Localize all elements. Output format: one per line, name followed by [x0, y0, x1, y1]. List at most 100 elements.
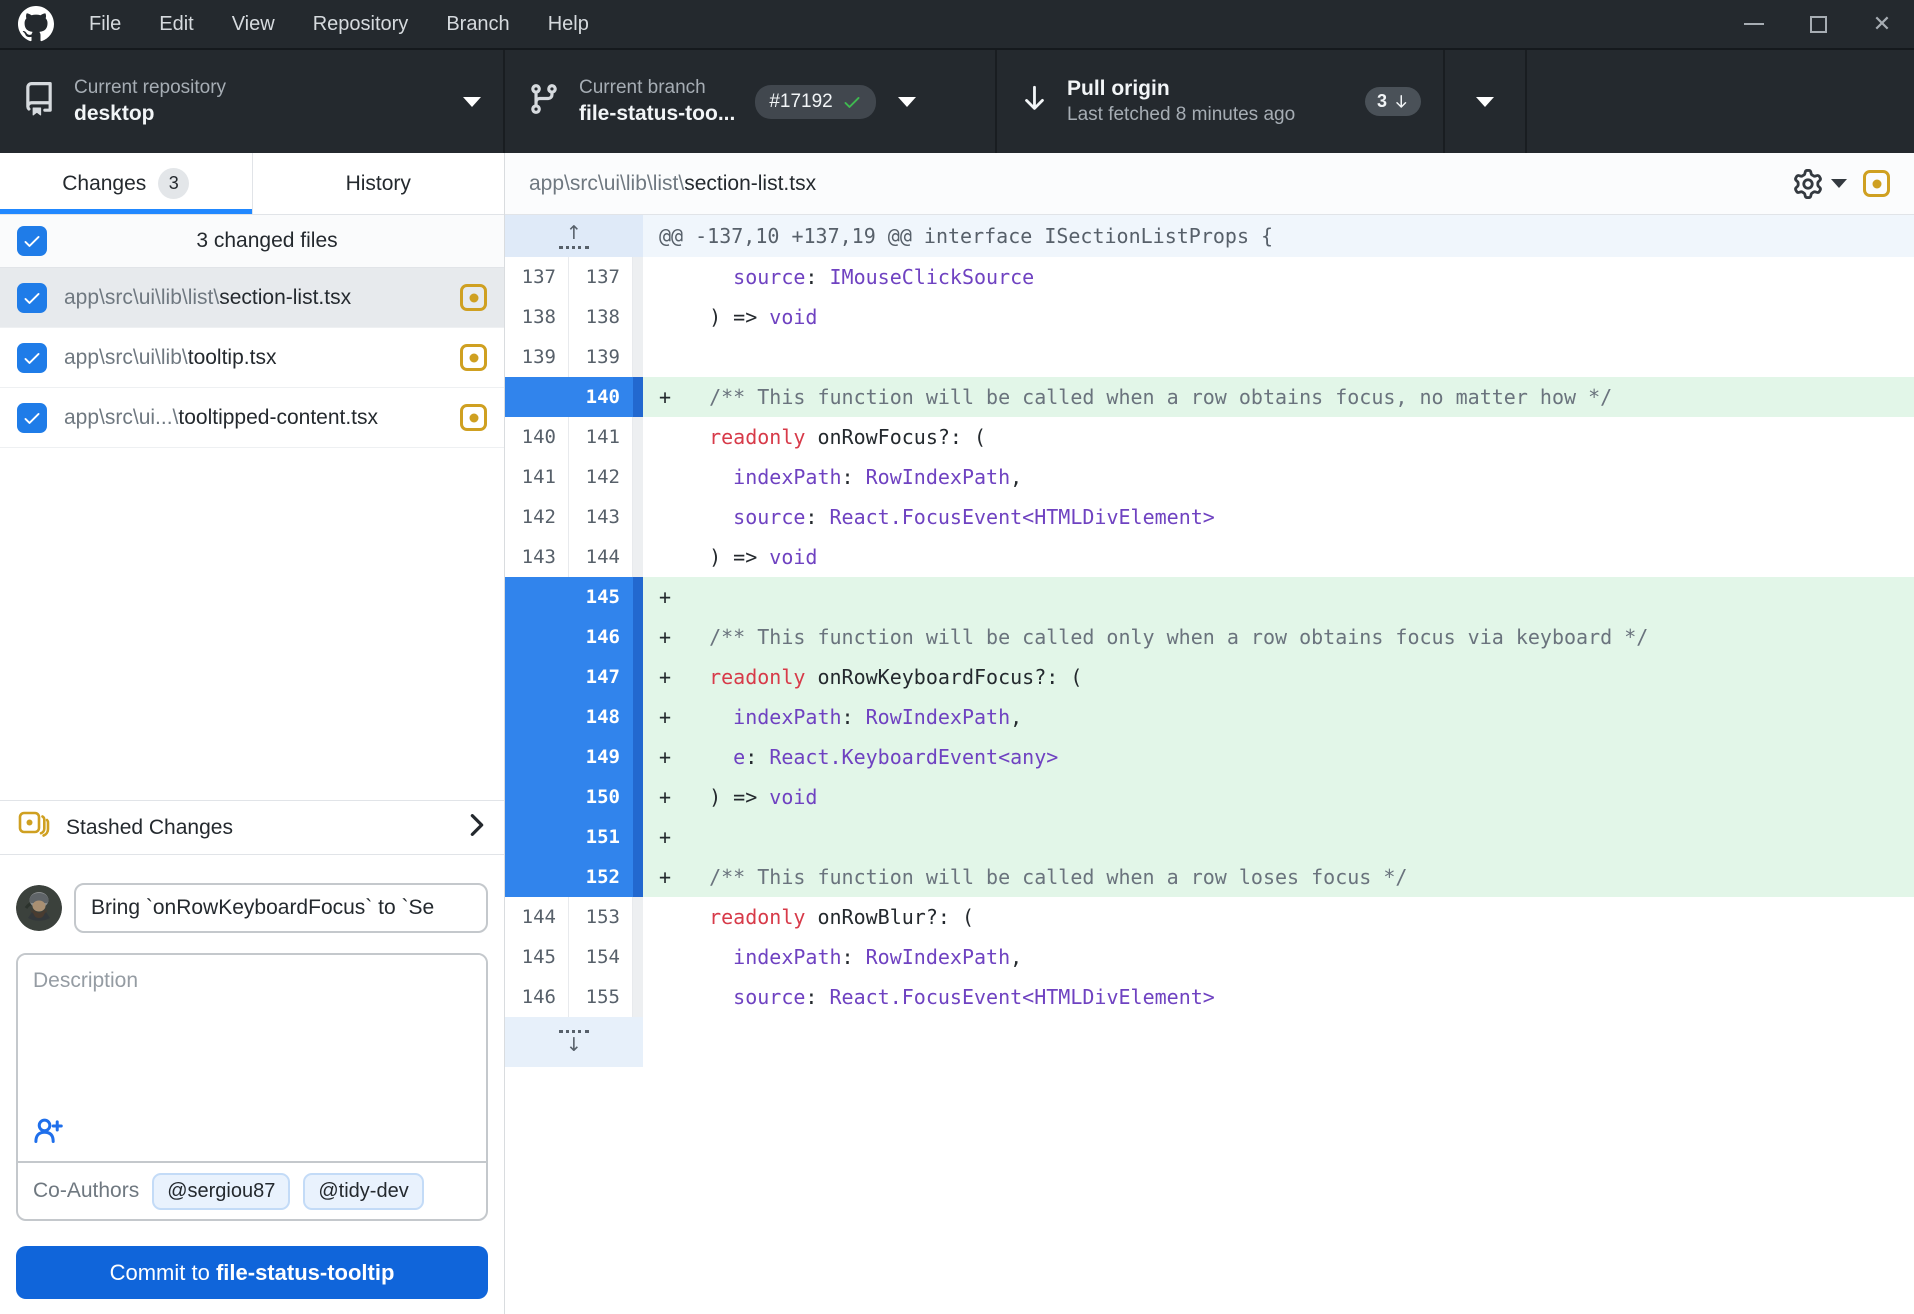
line-number-new: 141 — [569, 417, 633, 457]
menu-item-edit[interactable]: Edit — [140, 0, 212, 48]
diff-row-added[interactable]: 146+ /** This function will be called on… — [505, 617, 1914, 657]
menu-item-view[interactable]: View — [213, 0, 294, 48]
diff-row-added[interactable]: 150+ ) => void — [505, 777, 1914, 817]
diff-row-added[interactable]: 148+ indexPath: RowIndexPath, — [505, 697, 1914, 737]
pull-options-dropdown[interactable] — [1445, 50, 1527, 153]
commit-button-prefix: Commit to — [110, 1260, 216, 1285]
coauthors-label: Co-Authors — [33, 1179, 139, 1203]
diff-row-added[interactable]: 145+ — [505, 577, 1914, 617]
commit-button[interactable]: Commit to file-status-tooltip — [16, 1246, 488, 1299]
menu-item-branch[interactable]: Branch — [427, 0, 528, 48]
gutter-divider — [633, 657, 643, 697]
gutter-divider — [633, 897, 643, 937]
tab-history[interactable]: History — [252, 153, 505, 214]
diff-row-context[interactable]: 143144 ) => void — [505, 537, 1914, 577]
pr-number: #17192 — [769, 91, 832, 113]
gutter-divider — [633, 257, 643, 297]
diff-row-context[interactable]: 142143 source: React.FocusEvent<HTMLDivE… — [505, 497, 1914, 537]
tab-changes-label: Changes — [62, 172, 146, 196]
line-number-old: 144 — [505, 897, 569, 937]
line-number-new: 149 — [569, 737, 633, 777]
diff-row-context[interactable]: 141142 indexPath: RowIndexPath, — [505, 457, 1914, 497]
line-number-new: 137 — [569, 257, 633, 297]
file-checkbox[interactable] — [17, 403, 47, 433]
line-number-old: 140 — [505, 417, 569, 457]
coauthor-chip[interactable]: @sergiou87 — [152, 1173, 290, 1210]
diff-row-context[interactable]: 137137 source: IMouseClickSource — [505, 257, 1914, 297]
diff-row-context[interactable]: 144153 readonly onRowBlur?: ( — [505, 897, 1914, 937]
select-all-checkbox[interactable] — [17, 226, 47, 256]
file-row[interactable]: app\src\ui...\tooltipped-content.tsx — [0, 388, 504, 448]
diff-row-added[interactable]: 151+ — [505, 817, 1914, 857]
diff-line-code: indexPath: RowIndexPath, — [685, 465, 1022, 489]
diff-line-code: /** This function will be called when a … — [685, 865, 1407, 889]
stashed-changes-row[interactable]: Stashed Changes — [0, 800, 504, 855]
coauthor-chip[interactable]: @tidy-dev — [303, 1173, 423, 1210]
pull-origin-button[interactable]: Pull origin Last fetched 8 minutes ago 3 — [997, 50, 1445, 153]
line-number-new: 143 — [569, 497, 633, 537]
menu-item-repository[interactable]: Repository — [294, 0, 428, 48]
line-number-old — [505, 377, 569, 417]
diff-row-added[interactable]: 147+ readonly onRowKeyboardFocus?: ( — [505, 657, 1914, 697]
file-checkbox[interactable] — [17, 343, 47, 373]
commit-form: Co-Authors @sergiou87 @tidy-dev Commit to… — [0, 855, 504, 1314]
commit-description-input[interactable] — [18, 955, 486, 1116]
add-coauthor-button[interactable] — [18, 1116, 486, 1161]
file-checkbox[interactable] — [17, 283, 47, 313]
diff-file-path: app\src\ui\lib\list\section-list.tsx — [529, 172, 1793, 196]
file-row[interactable]: app\src\ui\lib\tooltip.tsx — [0, 328, 504, 388]
behind-count-badge: 3 — [1365, 87, 1421, 116]
changes-sidebar: Changes 3 History 3 changed files app\sr… — [0, 153, 505, 1314]
diff-row-context[interactable]: 139139 — [505, 337, 1914, 377]
hunk-header-row: ↑@@ -137,10 +137,19 @@ interface ISectio… — [505, 215, 1914, 257]
minimize-icon — [1744, 23, 1764, 25]
line-number-old: 145 — [505, 937, 569, 977]
repo-icon — [22, 82, 56, 121]
behind-count: 3 — [1377, 91, 1387, 112]
expand-hunk-up-button[interactable]: ↑ — [505, 215, 643, 257]
diff-file-dir: app\src\ui\lib\list\ — [529, 172, 684, 195]
line-number-new: 146 — [569, 617, 633, 657]
diff-options-button[interactable] — [1793, 169, 1847, 199]
minimize-button[interactable] — [1722, 0, 1786, 48]
diff-content: ↑@@ -137,10 +137,19 @@ interface ISectio… — [505, 215, 1914, 1314]
diff-line-content: + — [643, 817, 1914, 857]
diff-row-added[interactable]: 149+ e: React.KeyboardEvent<any> — [505, 737, 1914, 777]
line-number-old: 138 — [505, 297, 569, 337]
diff-line-content: + indexPath: RowIndexPath, — [643, 697, 1914, 737]
window-controls: ✕ — [1722, 0, 1914, 48]
tab-history-label: History — [346, 172, 411, 196]
line-number-old: 146 — [505, 977, 569, 1017]
diff-row-added[interactable]: 152+ /** This function will be called wh… — [505, 857, 1914, 897]
github-logo-icon — [18, 6, 54, 42]
diff-row-context[interactable]: 138138 ) => void — [505, 297, 1914, 337]
pr-number-badge: #17192 — [755, 85, 875, 119]
maximize-button[interactable] — [1786, 0, 1850, 48]
gutter-divider — [633, 377, 643, 417]
close-button[interactable]: ✕ — [1850, 0, 1914, 48]
menu-item-help[interactable]: Help — [529, 0, 608, 48]
diff-line-marker: + — [643, 825, 685, 849]
file-row[interactable]: app\src\ui\lib\list\section-list.tsx — [0, 268, 504, 328]
menu-item-file[interactable]: File — [70, 0, 140, 48]
diff-line-code: /** This function will be called when a … — [685, 385, 1612, 409]
current-branch-button[interactable]: Current branch file-status-too... #17192 — [505, 50, 997, 153]
tab-changes[interactable]: Changes 3 — [0, 153, 252, 214]
expand-hunk-down-button[interactable]: ↓ — [505, 1017, 643, 1067]
sidebar-spacer — [0, 448, 504, 800]
diff-line-code: e: React.KeyboardEvent<any> — [685, 745, 1058, 769]
changed-files-summary: 3 changed files — [47, 229, 487, 253]
gear-icon — [1793, 169, 1823, 199]
gutter-divider — [633, 977, 643, 1017]
pull-origin-subtitle: Last fetched 8 minutes ago — [1067, 104, 1295, 126]
commit-summary-input[interactable] — [74, 883, 488, 933]
diff-line-marker: + — [643, 625, 685, 649]
diff-row-context[interactable]: 145154 indexPath: RowIndexPath, — [505, 937, 1914, 977]
diff-line-content: readonly onRowBlur?: ( — [643, 897, 1914, 937]
current-repository-button[interactable]: Current repository desktop — [0, 50, 505, 153]
diff-row-added[interactable]: 140+ /** This function will be called wh… — [505, 377, 1914, 417]
diff-line-content: source: IMouseClickSource — [643, 257, 1914, 297]
line-number-new: 153 — [569, 897, 633, 937]
diff-row-context[interactable]: 140141 readonly onRowFocus?: ( — [505, 417, 1914, 457]
diff-row-context[interactable]: 146155 source: React.FocusEvent<HTMLDivE… — [505, 977, 1914, 1017]
